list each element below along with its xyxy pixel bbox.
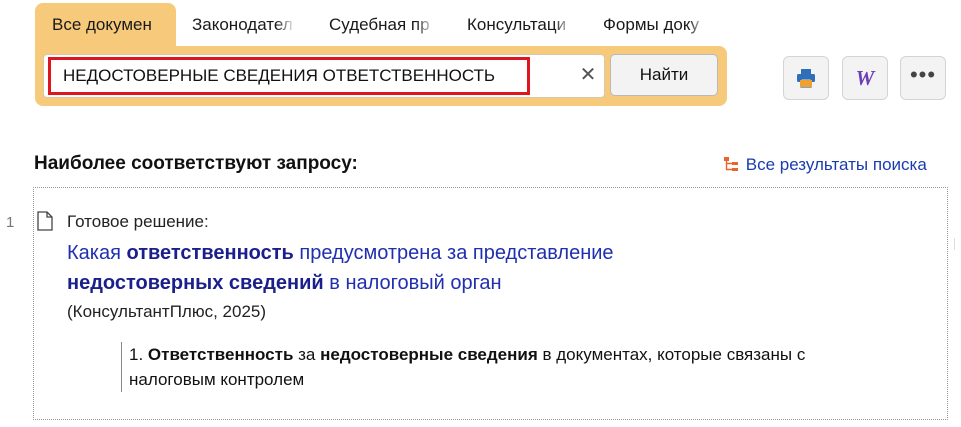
tab-label: Законодател — [192, 15, 293, 34]
result-number: 1 — [6, 214, 15, 231]
result-title-part-0: Какая — [67, 242, 127, 264]
search-input[interactable] — [48, 57, 530, 95]
document-icon — [37, 211, 53, 231]
close-icon[interactable]: ✕ — [578, 65, 598, 85]
result-type-label: Готовое решение: — [67, 212, 209, 231]
search-field: ✕ — [43, 54, 605, 98]
find-button[interactable]: Найти — [610, 54, 718, 96]
tab-document-forms[interactable]: Формы доку — [603, 3, 707, 47]
word-export-button[interactable]: W — [842, 56, 888, 100]
print-icon — [797, 69, 815, 88]
tab-court-practice[interactable]: Судебная пр — [329, 3, 435, 47]
result-title-part-3: недостоверных сведений — [67, 272, 324, 294]
tab-label: Формы доку — [603, 15, 699, 34]
result-snippet[interactable]: 1. Ответственность за недостоверные свед… — [121, 342, 889, 392]
all-results-label: Все результаты поиска — [745, 155, 927, 174]
tab-all-documents[interactable]: Все докумен — [35, 3, 176, 47]
tab-label: Все докумен — [52, 15, 152, 34]
result-title-part-2: предусмотрена за представление — [293, 242, 614, 264]
result-title-part-4: в налоговый орган — [323, 272, 502, 294]
more-icon: ••• — [909, 62, 937, 87]
all-results-link[interactable]: Все результаты поиска — [724, 155, 927, 175]
result-title-link[interactable]: Какая ответственность предусмотрена за п… — [67, 238, 767, 298]
result-snippet-part-0: 1. — [129, 345, 148, 364]
print-button[interactable] — [783, 56, 829, 100]
tab-label: Судебная пр — [329, 15, 430, 34]
tab-legislation[interactable]: Законодател — [192, 3, 295, 47]
results-header-title: Наиболее соответствуют запросу: — [34, 153, 358, 174]
scroll-edge — [954, 238, 961, 250]
word-export-icon: W — [855, 66, 875, 90]
search-bar: ✕ Найти — [35, 46, 727, 106]
result-snippet-part-2: за — [293, 345, 321, 364]
tree-icon — [724, 157, 738, 171]
result-snippet-part-1: Ответственность — [147, 345, 294, 364]
result-source: (КонсультантПлюс, 2025) — [67, 302, 267, 321]
more-button[interactable]: ••• — [900, 56, 946, 100]
result-title-part-1: ответственность — [126, 242, 294, 264]
tab-label: Консультаци — [467, 15, 567, 34]
tab-consultations[interactable]: Консультаци — [467, 3, 573, 47]
result-snippet-part-3: недостоверные сведения — [320, 345, 538, 364]
